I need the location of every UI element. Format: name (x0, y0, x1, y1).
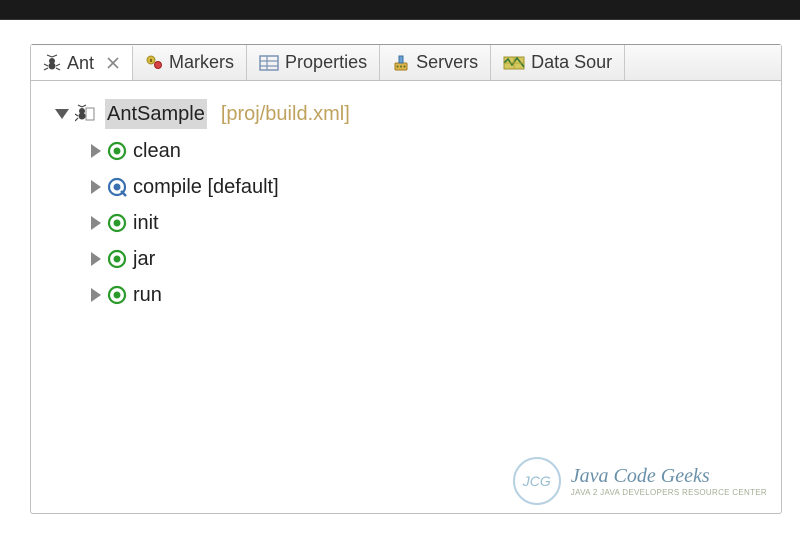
watermark: JCG Java Code Geeks Java 2 Java Develope… (513, 457, 767, 505)
tree-target-label: init (133, 209, 159, 237)
ant-icon (43, 54, 61, 72)
ant-target-icon (107, 249, 127, 269)
tree-target-row[interactable]: init (41, 205, 771, 241)
expand-arrow-icon[interactable] (91, 216, 101, 230)
tab-label: Properties (285, 52, 367, 73)
tab-label: Markers (169, 52, 234, 73)
expand-arrow-icon[interactable] (91, 144, 101, 158)
tree-target-row[interactable]: jar (41, 241, 771, 277)
tree-root-row[interactable]: AntSample [proj/build.xml] (41, 95, 771, 133)
tab-data-source[interactable]: Data Sour (491, 45, 625, 80)
tree-target-label: jar (133, 245, 155, 273)
watermark-title: Java Code Geeks (571, 465, 767, 488)
ant-tree: AntSample [proj/build.xml] clean (31, 81, 781, 327)
tab-ant[interactable]: Ant (31, 46, 133, 81)
properties-icon (259, 54, 279, 72)
tree-root-path: [proj/build.xml] (221, 100, 350, 128)
tree-target-row[interactable]: clean (41, 133, 771, 169)
tab-servers[interactable]: Servers (380, 45, 491, 80)
tab-markers[interactable]: Markers (133, 45, 247, 80)
tree-target-label: clean (133, 137, 181, 165)
ant-target-icon (107, 285, 127, 305)
ant-target-icon (107, 213, 127, 233)
tree-target-label: run (133, 281, 162, 309)
watermark-text: Java Code Geeks Java 2 Java Developers R… (571, 465, 767, 497)
tab-label: Ant (67, 53, 94, 74)
tree-root-label[interactable]: AntSample (105, 99, 207, 129)
expand-arrow-icon[interactable] (55, 109, 69, 119)
markers-icon (145, 54, 163, 72)
expand-arrow-icon[interactable] (91, 252, 101, 266)
data-source-icon (503, 54, 525, 72)
tab-properties[interactable]: Properties (247, 45, 380, 80)
tab-label: Data Sour (531, 52, 612, 73)
expand-arrow-icon[interactable] (91, 288, 101, 302)
ant-buildfile-icon (75, 104, 95, 124)
servers-icon (392, 54, 410, 72)
close-icon[interactable] (106, 56, 120, 70)
watermark-logo-text: JCG (523, 473, 551, 489)
tree-target-row[interactable]: run (41, 277, 771, 313)
ant-default-target-icon (107, 177, 127, 197)
ant-target-icon (107, 141, 127, 161)
views-panel: Ant Markers (30, 44, 782, 514)
tree-target-row[interactable]: compile [default] (41, 169, 771, 205)
tab-strip: Ant Markers (31, 45, 781, 81)
top-dark-bar (0, 0, 800, 20)
expand-arrow-icon[interactable] (91, 180, 101, 194)
watermark-subtitle: Java 2 Java Developers Resource Center (571, 488, 767, 497)
watermark-logo-icon: JCG (513, 457, 561, 505)
tab-label: Servers (416, 52, 478, 73)
tree-target-label: compile [default] (133, 173, 279, 201)
